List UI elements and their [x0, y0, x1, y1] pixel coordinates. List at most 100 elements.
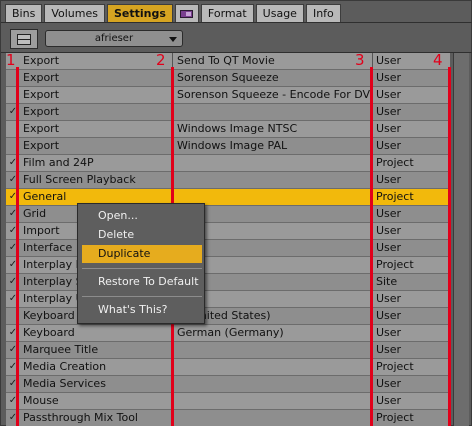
- setting-scope: Project: [376, 190, 414, 203]
- setting-name: [177, 189, 370, 205]
- marker-label-3: 3: [355, 51, 365, 69]
- setting-kind: Export: [23, 122, 60, 135]
- table-row[interactable]: Export Send To QT Movie User: [6, 53, 450, 70]
- table-row[interactable]: ✓ Import User: [6, 223, 450, 240]
- table-row[interactable]: ✓ Passthrough Mix Tool Project: [6, 410, 450, 426]
- setting-scope: Project: [376, 258, 414, 271]
- setting-kind: Passthrough Mix Tool: [23, 411, 138, 424]
- setting-scope: User: [376, 309, 402, 322]
- setting-scope: User: [376, 207, 402, 220]
- setting-scope: Project: [376, 411, 414, 424]
- setting-scope: User: [376, 292, 402, 305]
- setting-name: [177, 359, 370, 375]
- chevron-down-icon: [169, 37, 177, 42]
- marker-label-1: 1: [6, 51, 16, 69]
- marker-label-4: 4: [433, 51, 443, 69]
- context-menu: Open... Delete Duplicate Restore To Defa…: [77, 203, 205, 324]
- setting-name: [177, 155, 370, 171]
- table-row[interactable]: Export Windows Image NTSC User: [6, 121, 450, 138]
- purple-monitor-icon: [180, 9, 194, 18]
- setting-scope: User: [376, 394, 402, 407]
- user-select[interactable]: afrieser: [45, 30, 183, 47]
- tab-bins[interactable]: Bins: [5, 4, 43, 22]
- setting-name: [177, 274, 370, 290]
- table-row[interactable]: ✓ Interface User: [6, 240, 450, 257]
- setting-scope: User: [376, 224, 402, 237]
- menu-item-whats-this[interactable]: What's This?: [82, 301, 202, 319]
- toolbar: afrieser: [7, 28, 467, 50]
- tab-info[interactable]: Info: [305, 4, 341, 22]
- setting-name: [177, 206, 370, 222]
- tab-divider: [1, 22, 472, 23]
- setting-name: [177, 342, 370, 358]
- setting-kind: Film and 24P: [23, 156, 94, 169]
- menu-separator: [82, 296, 202, 297]
- setting-kind: Keyboard: [23, 326, 75, 339]
- setting-kind: Export: [23, 105, 60, 118]
- setting-name: Sorenson Squeeze: [177, 71, 279, 84]
- menu-item-delete[interactable]: Delete: [82, 226, 202, 244]
- table-row[interactable]: ✓ Interplay Fo Project: [6, 257, 450, 274]
- setting-kind: Media Creation: [23, 360, 107, 373]
- setting-name: [177, 104, 370, 120]
- setting-name: Windows Image PAL: [177, 139, 288, 152]
- vertical-scrollbar[interactable]: [453, 53, 469, 426]
- menu-item-duplicate[interactable]: Duplicate: [82, 245, 202, 263]
- setting-name: Send To QT Movie: [177, 54, 275, 67]
- setting-scope: User: [376, 122, 402, 135]
- setting-name: [177, 291, 370, 307]
- tab-format[interactable]: Format: [200, 4, 254, 22]
- setting-name: [177, 172, 370, 188]
- setting-kind: Media Services: [23, 377, 106, 390]
- tab-usage[interactable]: Usage: [255, 4, 304, 22]
- table-row[interactable]: ✓ Export User: [6, 104, 450, 121]
- table-row[interactable]: Keyboard h (United States) User: [6, 308, 450, 325]
- tab-settings[interactable]: Settings: [106, 4, 173, 22]
- setting-name: [177, 223, 370, 239]
- table-row[interactable]: ✓ Interplay Se Site: [6, 274, 450, 291]
- tab-volumes[interactable]: Volumes: [44, 4, 105, 22]
- fast-menu-button[interactable]: [10, 29, 38, 49]
- table-row[interactable]: ✓ Media Creation Project: [6, 359, 450, 376]
- setting-kind: Export: [23, 88, 60, 101]
- setting-scope: User: [376, 105, 402, 118]
- setting-scope: User: [376, 71, 402, 84]
- setting-kind: Marquee Title: [23, 343, 99, 356]
- table-row[interactable]: Export Windows Image PAL User: [6, 138, 450, 155]
- setting-name: [177, 393, 370, 409]
- setting-name: h (United States): [177, 309, 271, 322]
- setting-scope: User: [376, 241, 402, 254]
- table-row-selected[interactable]: ✓ General Project: [6, 189, 450, 206]
- tab-bar: Bins Volumes Settings Format Usage Info: [5, 4, 341, 23]
- setting-scope: Site: [376, 275, 398, 288]
- setting-scope: User: [376, 139, 402, 152]
- setting-name: [177, 376, 370, 392]
- setting-name: Sorenson Squeeze - Encode For DVD: [177, 88, 370, 101]
- setting-scope: User: [376, 326, 402, 339]
- marker-line-3: [370, 67, 373, 426]
- table-row[interactable]: ✓ Interplay Us User: [6, 291, 450, 308]
- setting-kind: Mouse: [23, 394, 59, 407]
- table-row[interactable]: ✓ Mouse User: [6, 393, 450, 410]
- table-row[interactable]: ✓ Film and 24P Project: [6, 155, 450, 172]
- table-row[interactable]: Export Sorenson Squeeze - Encode For DVD U…: [6, 87, 450, 104]
- fast-menu-icon: [17, 33, 31, 45]
- tab-monitor[interactable]: [174, 4, 199, 22]
- user-select-value: afrieser: [94, 33, 134, 44]
- table-row[interactable]: ✓ Grid User: [6, 206, 450, 223]
- menu-item-open[interactable]: Open...: [82, 207, 202, 225]
- table-row[interactable]: ✓ Media Services User: [6, 376, 450, 393]
- setting-name: German (Germany): [177, 326, 284, 339]
- marker-label-2: 2: [156, 51, 166, 69]
- setting-name: Windows Image NTSC: [177, 122, 298, 135]
- table-row[interactable]: ✓ Marquee Title User: [6, 342, 450, 359]
- settings-list: Export Send To QT Movie User Export Sorenson…: [6, 53, 450, 426]
- table-row[interactable]: ✓ Keyboard German (Germany) User: [6, 325, 450, 342]
- settings-window: Bins Volumes Settings Format Usage Info …: [0, 0, 472, 426]
- menu-item-restore-to-default[interactable]: Restore To Default: [82, 273, 202, 291]
- setting-kind: Full Screen Playback: [23, 173, 136, 186]
- table-row[interactable]: Export Sorenson Squeeze User: [6, 70, 450, 87]
- setting-name: [177, 257, 370, 273]
- table-row[interactable]: ✓ Full Screen Playback User: [6, 172, 450, 189]
- setting-name: [177, 410, 370, 426]
